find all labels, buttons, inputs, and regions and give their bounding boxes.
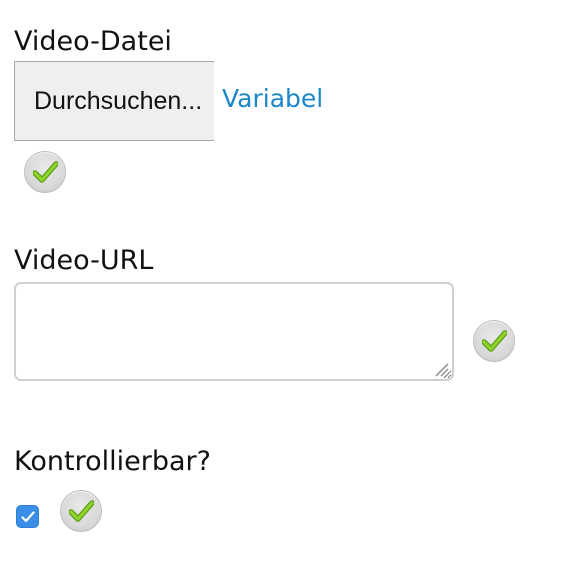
video-url-label: Video-URL xyxy=(14,245,154,276)
checkmark-icon xyxy=(21,511,35,523)
checkmark-icon xyxy=(482,330,507,352)
checkmark-icon xyxy=(69,500,94,522)
browse-button[interactable]: Durchsuchen... xyxy=(14,61,214,141)
controllable-checkbox[interactable] xyxy=(16,505,39,528)
video-url-check-icon[interactable] xyxy=(473,320,515,362)
controllable-label: Kontrollierbar? xyxy=(14,446,211,477)
variable-link[interactable]: Variabel xyxy=(222,84,323,114)
video-file-check-icon[interactable] xyxy=(24,151,66,193)
video-file-label: Video-Datei xyxy=(14,26,172,57)
checkmark-icon xyxy=(33,161,58,183)
controllable-check-icon[interactable] xyxy=(60,490,102,532)
video-url-field[interactable] xyxy=(14,282,454,381)
